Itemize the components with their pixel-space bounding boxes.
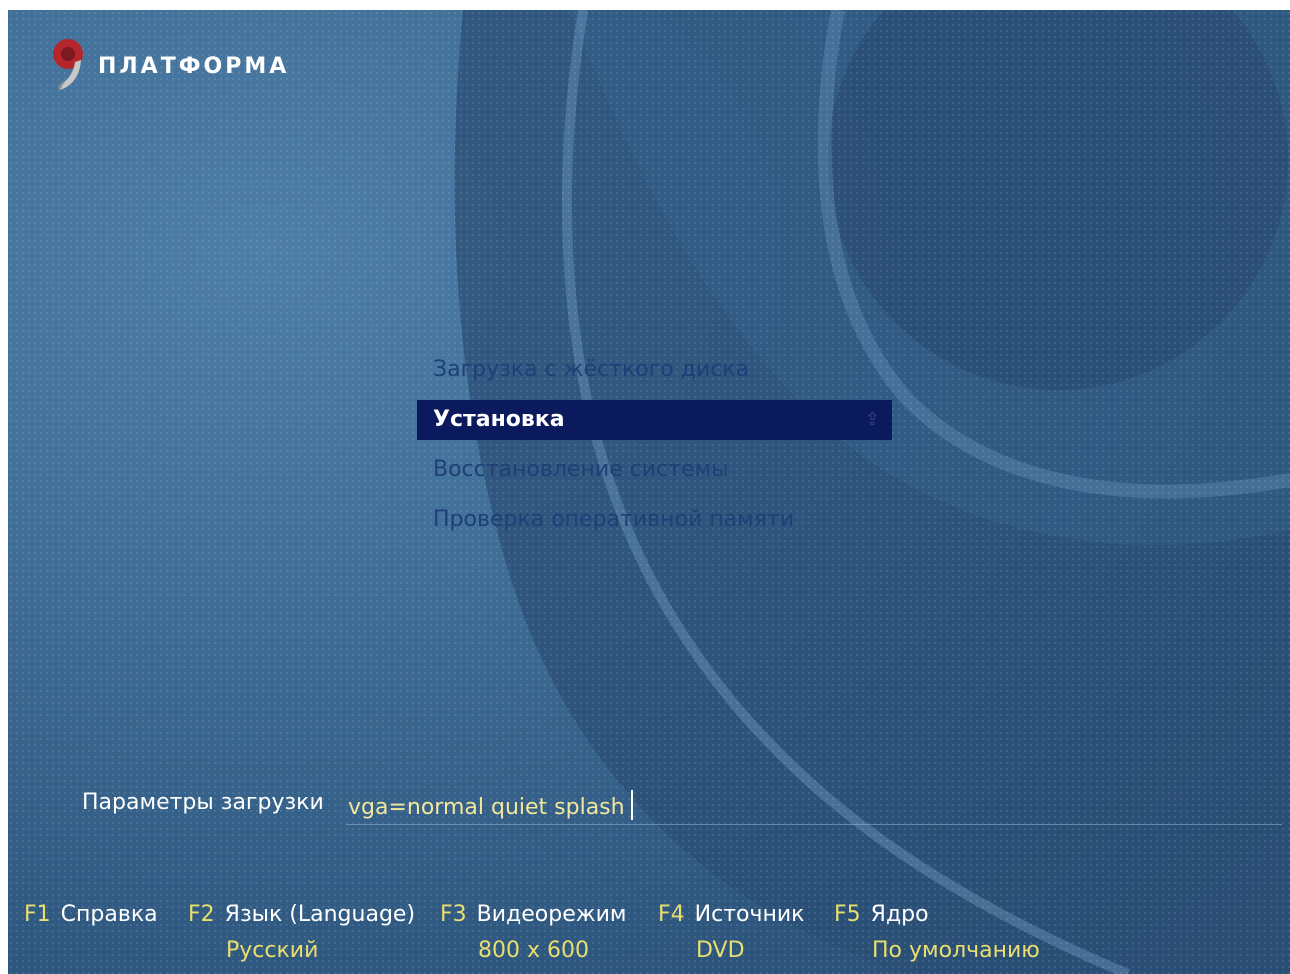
logo: ПЛАТФОРМА	[46, 36, 289, 92]
fkey-value: По умолчанию	[872, 938, 1040, 963]
boot-params-label: Параметры загрузки	[82, 790, 324, 815]
fkey-key: F2	[188, 902, 215, 927]
menu-item-label: Установка	[433, 407, 565, 432]
boot-params-input[interactable]: vga=normal quiet splash	[346, 786, 1282, 825]
fkey-value: 800 x 600	[478, 938, 589, 963]
fkey-label: Язык (Language)	[224, 902, 416, 927]
logo-text: ПЛАТФОРМА	[98, 53, 290, 79]
boot-screen: ПЛАТФОРМА Загрузка с жёсткого диска Уста…	[8, 10, 1290, 974]
menu-item-install[interactable]: Установка ⇪	[417, 400, 892, 440]
platforma-logo-icon	[53, 39, 83, 91]
selection-marker-icon: ⇪	[864, 409, 880, 430]
fkey-source[interactable]: F4 Источник DVD	[658, 902, 805, 963]
fkey-label: Справка	[60, 902, 158, 927]
boot-params-row: Параметры загрузки vga=normal quiet spla…	[82, 786, 1282, 826]
fkey-video-mode[interactable]: F3 Видеорежим 800 x 600	[440, 902, 627, 963]
fkey-label: Видеорежим	[476, 902, 627, 927]
fkey-value: DVD	[696, 938, 745, 963]
menu-item-label: Восстановление системы	[433, 457, 729, 482]
fkey-label: Ядро	[870, 902, 929, 927]
function-key-bar: F1 Справка F2 Язык (Language) Русский F3 Ви…	[24, 902, 1290, 974]
fkey-language[interactable]: F2 Язык (Language) Русский	[188, 902, 416, 963]
fkey-key: F1	[24, 902, 51, 927]
fkey-label: Источник	[694, 902, 805, 927]
boot-params-value: vga=normal quiet splash	[348, 795, 625, 820]
menu-item-memory-test[interactable]: Проверка оперативной памяти	[417, 500, 892, 540]
fkey-key: F4	[658, 902, 685, 927]
boot-menu: Загрузка с жёсткого диска Установка ⇪ Во…	[417, 350, 892, 550]
fkey-help[interactable]: F1 Справка	[24, 902, 158, 927]
fkey-kernel[interactable]: F5 Ядро По умолчанию	[834, 902, 1040, 963]
text-caret	[630, 790, 633, 820]
menu-item-label: Проверка оперативной памяти	[433, 507, 795, 532]
fkey-value: Русский	[226, 938, 319, 963]
menu-item-system-recovery[interactable]: Восстановление системы	[417, 450, 892, 490]
menu-item-boot-hdd[interactable]: Загрузка с жёсткого диска	[417, 350, 892, 390]
menu-item-label: Загрузка с жёсткого диска	[433, 357, 750, 382]
fkey-key: F3	[440, 902, 467, 927]
fkey-key: F5	[834, 902, 861, 927]
